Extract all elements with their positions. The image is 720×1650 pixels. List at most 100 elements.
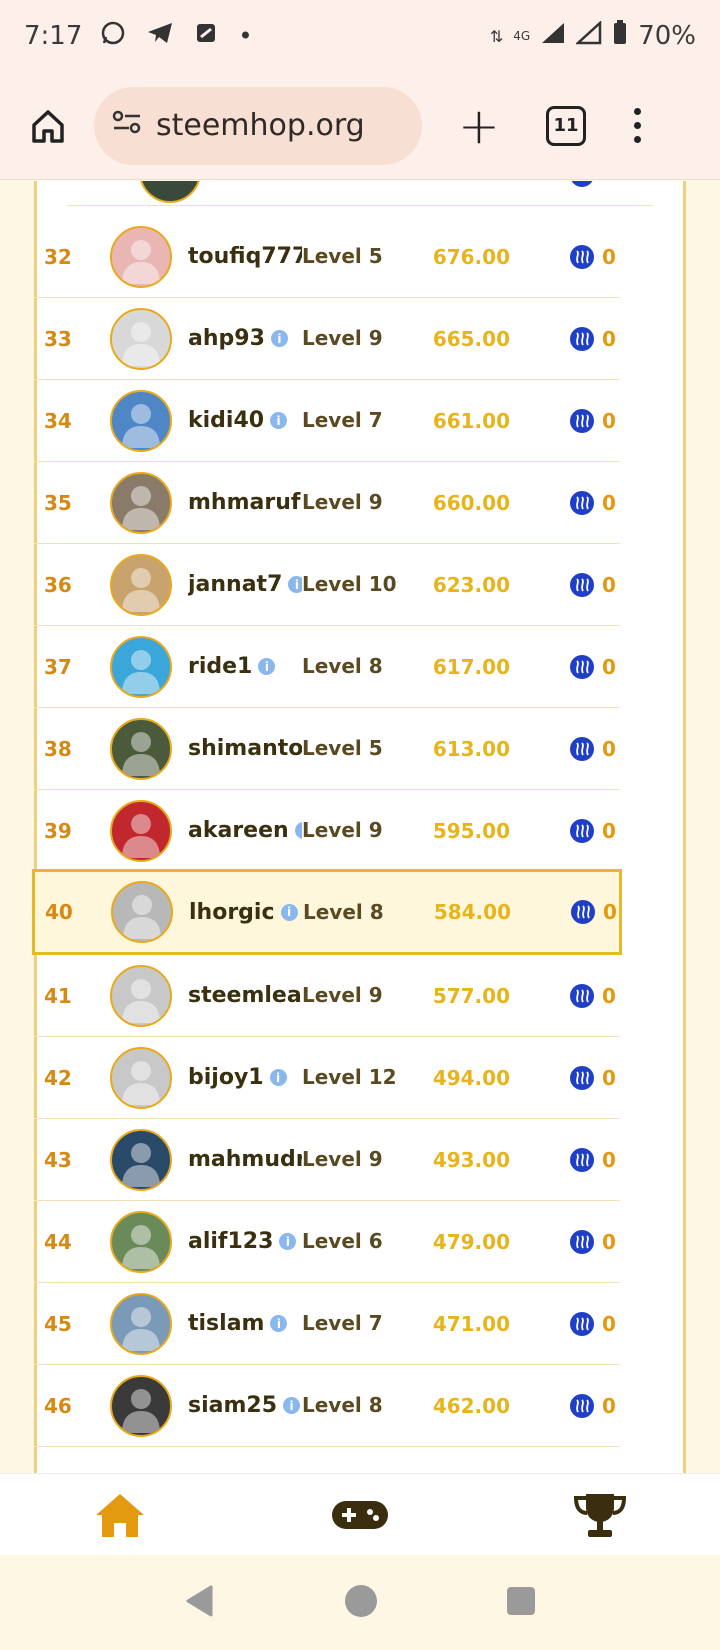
username-cell[interactable]: mahmudr [188,1147,302,1172]
username[interactable]: ahp93 [188,326,265,351]
leaderboard-row[interactable]: 35 mhmaruf Level 9 660.00 0 [34,462,620,544]
info-icon[interactable]: i [279,1233,297,1250]
steem-reward: 0 [570,818,616,843]
info-icon[interactable]: i [294,822,302,839]
leaderboard-row[interactable]: 45 tislam i Level 7 471.00 0 [34,1283,620,1365]
username[interactable]: mahmudr [188,1147,302,1172]
avatar-cell [110,717,188,780]
leaderboard-row[interactable]: 38 shimanto Level 5 613.00 0 [34,708,620,790]
username-cell[interactable]: akareen i [188,818,302,843]
username-cell[interactable]: jannat7 i [188,572,302,597]
username[interactable]: jannat7 [188,572,282,597]
info-icon[interactable]: i [270,1315,288,1332]
avatar-person-icon [122,239,160,284]
avatar[interactable] [110,1210,172,1273]
username-cell[interactable]: alif123 i [188,1229,302,1254]
points: 660.00 [432,490,510,515]
address-bar[interactable]: steemhop.org [94,86,422,165]
avatar[interactable] [110,553,172,616]
avatar[interactable] [110,1292,172,1355]
avatar[interactable] [110,1374,172,1437]
username-cell[interactable]: shimanto [188,736,302,761]
username-cell[interactable]: ahp93 i [188,326,302,351]
recents-button[interactable] [505,1585,537,1621]
username-cell[interactable]: kidi40 i [188,408,302,433]
avatar[interactable] [110,1046,172,1109]
username[interactable]: siam25 [188,1393,277,1418]
username[interactable]: lhorgic [189,900,275,925]
leaderboard-row[interactable]: 32 toufiq777 Level 5 676.00 0 [34,216,620,298]
username[interactable]: kidi40 [188,408,264,433]
points: 665.00 [432,326,510,351]
nav-leaderboard-button[interactable] [560,1485,640,1545]
avatar[interactable] [110,717,172,780]
info-icon[interactable]: i [270,412,288,429]
avatar[interactable] [111,881,173,943]
leaderboard-row[interactable]: 42 bijoy1 i Level 12 494.00 0 [34,1037,620,1119]
avatar[interactable] [110,799,172,862]
leaderboard-row[interactable]: 41 steemlea Level 9 577.00 0 [34,955,620,1037]
username-cell[interactable]: bijoy1 i [188,1065,302,1090]
steem-icon [570,408,594,433]
browser-toolbar: steemhop.org + 11 [0,72,720,180]
browser-menu-button[interactable] [634,108,641,143]
username[interactable]: alif123 [188,1229,273,1254]
leaderboard-row-current-user[interactable]: 40 lhorgic i Level 8 584.00 0 [32,869,622,955]
info-icon[interactable]: i [258,658,276,675]
avatar-person-icon [122,567,160,612]
leaderboard-row[interactable]: 39 akareen iLevel 9 595.00 0 [34,790,620,872]
leaderboard-row[interactable]: 43 mahmudr Level 9 493.00 0 [34,1119,620,1201]
info-icon[interactable]: i [269,1069,287,1086]
username[interactable]: bijoy1 [188,1065,264,1090]
status-time: 7:17 [24,21,83,51]
username[interactable]: tislam [188,1311,264,1336]
leaderboard-row[interactable]: 46 siam25 i Level 8 462.00 0 [34,1365,620,1447]
avatar[interactable] [110,1128,172,1191]
leaderboard-row[interactable]: 33 ahp93 i Level 9 665.00 0 [34,298,620,380]
back-button[interactable] [183,1584,217,1622]
home-system-button[interactable] [343,1583,379,1623]
avatar-cell [110,635,188,698]
level: Level 9 [302,983,383,1007]
new-tab-button[interactable]: + [454,97,504,155]
rank: 36 [44,572,72,597]
steem-icon [570,1147,594,1172]
avatar[interactable] [110,471,172,534]
tab-switcher-button[interactable]: 11 [546,105,586,146]
username-cell[interactable]: tislam i [188,1311,302,1336]
leaderboard-row[interactable]: 37 ride1 i Level 8 617.00 0 [34,626,620,708]
username[interactable]: ride1 [188,654,252,679]
dot-icon: • [238,22,253,50]
avatar[interactable] [110,635,172,698]
username[interactable]: akareen [188,818,289,843]
nav-games-button[interactable] [320,1485,400,1545]
leaderboard-row[interactable]: 44 alif123 i Level 6 479.00 0 [34,1201,620,1283]
username[interactable]: steemlea [188,983,302,1008]
leaderboard-row[interactable]: 34 kidi40 i Level 7 661.00 0 [34,380,620,462]
leaderboard-row[interactable]: 36 jannat7 i Level 10 623.00 0 [34,544,620,626]
username-cell[interactable]: steemlea [188,983,302,1008]
username[interactable]: shimanto [188,736,302,761]
points: 471.00 [432,1311,510,1336]
username-cell[interactable]: toufiq777 [188,244,302,269]
info-icon[interactable]: i [280,903,298,921]
level: Level 6 [302,1229,383,1253]
rank: 41 [44,983,72,1008]
username-cell[interactable]: siam25 i [188,1393,302,1418]
nav-home-button[interactable] [80,1485,160,1545]
username[interactable]: toufiq777 [188,244,302,269]
avatar[interactable] [110,225,172,288]
browser-home-button[interactable] [22,100,74,152]
avatar-cell [110,799,188,862]
site-settings-icon[interactable] [112,108,142,143]
username-cell[interactable]: mhmaruf [188,490,302,515]
username-cell[interactable]: lhorgic i [189,900,303,925]
avatar[interactable] [110,389,172,452]
avatar[interactable] [110,964,172,1027]
avatar[interactable] [110,307,172,370]
username[interactable]: mhmaruf [188,490,300,515]
info-icon[interactable]: i [288,576,302,593]
info-icon[interactable]: i [283,1397,301,1414]
username-cell[interactable]: ride1 i [188,654,302,679]
info-icon[interactable]: i [270,330,288,347]
